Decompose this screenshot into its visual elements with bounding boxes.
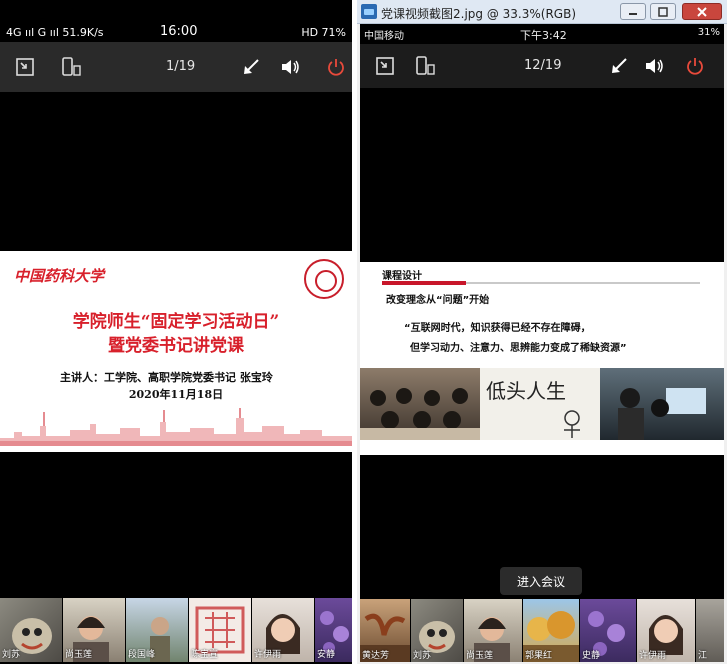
participant-tile[interactable]: 江 bbox=[696, 599, 724, 662]
participant-tile[interactable]: 许伊雨 bbox=[637, 599, 695, 662]
participant-tile[interactable]: 许伊雨 bbox=[252, 598, 314, 662]
participant-strip: 刘苏 尚玉莲 段国峰 陈宝宣 许伊雨 安静 bbox=[0, 598, 352, 662]
status-time: 16:00 bbox=[160, 24, 198, 39]
switch-view-icon[interactable] bbox=[414, 55, 436, 77]
close-button[interactable] bbox=[682, 3, 722, 20]
participant-tile[interactable]: 黄达芳 bbox=[360, 599, 410, 662]
shared-slide: 中国药科大学 学院师生“固定学习活动日” 暨党委书记讲党课 主讲人：工学院、高职… bbox=[0, 251, 352, 452]
participant-tile[interactable]: 郭果红 bbox=[523, 599, 579, 662]
shared-slide: 课程设计 改变理念从“问题”开始 “互联网时代，知识获得已经不存在障碍， 但学习… bbox=[360, 262, 724, 455]
participant-tile[interactable]: 尚玉莲 bbox=[63, 598, 125, 662]
maximize-button[interactable] bbox=[650, 3, 676, 20]
phone-screenshot: 中国移动 下午3:42 31% 12/19 课程设计 改变理念从“问题”开始 “… bbox=[360, 24, 724, 662]
exit-fullscreen-icon[interactable] bbox=[374, 55, 396, 77]
participant-tile[interactable]: 尚玉莲 bbox=[464, 599, 522, 662]
join-meeting-button[interactable]: 进入会议 bbox=[500, 567, 582, 595]
network-status: 4G ııl G ııl 51.9K/s bbox=[6, 26, 104, 39]
slide-speaker: 主讲人：工学院、高职学院党委书记 张宝玲 bbox=[60, 371, 273, 384]
participant-strip: 黄达芳 刘苏 尚玉莲 郭果红 史静 许伊雨 江 bbox=[360, 599, 724, 662]
page-indicator: 12/19 bbox=[524, 58, 562, 73]
image-viewer-window: 党课视频截图2.jpg @ 33.3%(RGB) 中国移动 下午3:42 31%… bbox=[357, 0, 727, 664]
status-time: 下午3:42 bbox=[520, 29, 567, 42]
participant-tile[interactable]: 陈宝宣 bbox=[189, 598, 251, 662]
minimize-button[interactable] bbox=[620, 3, 646, 20]
participant-tile[interactable]: 刘苏 bbox=[411, 599, 463, 662]
status-bar: 4G ııl G ııl 51.9K/s 16:00 HD 71% bbox=[0, 0, 352, 42]
maximize-icon bbox=[658, 6, 668, 17]
university-logo: 中国药科大学 bbox=[14, 267, 105, 285]
carrier-status: 中国移动 bbox=[364, 31, 404, 42]
battery-status: 31% bbox=[697, 27, 720, 38]
slide-heading: 课程设计 bbox=[382, 271, 422, 282]
speaker-icon[interactable] bbox=[280, 56, 302, 78]
meeting-toolbar: 12/19 bbox=[360, 44, 724, 88]
participant-tile[interactable]: 安静 bbox=[315, 598, 352, 662]
window-title: 党课视频截图2.jpg @ 33.3%(RGB) bbox=[381, 7, 577, 21]
participant-tile[interactable]: 刘苏 bbox=[0, 598, 62, 662]
cartoon-photo: 低头人生 bbox=[480, 368, 600, 440]
participant-tile[interactable]: 段国峰 bbox=[126, 598, 188, 662]
switch-view-icon[interactable] bbox=[60, 56, 82, 78]
campus-skyline-illustration bbox=[0, 408, 352, 446]
power-icon[interactable] bbox=[325, 56, 347, 78]
computer-lab-photo bbox=[600, 368, 724, 440]
annotate-arrow-icon[interactable] bbox=[240, 56, 262, 78]
status-bar: 中国移动 下午3:42 31% bbox=[360, 24, 724, 44]
image-caption: 低头人生 bbox=[486, 379, 566, 403]
classroom-photo bbox=[360, 368, 480, 440]
meeting-toolbar: 1/19 bbox=[0, 42, 352, 92]
slide-quote-line2: 但学习动力、注意力、思辨能力变成了稀缺资源” bbox=[410, 343, 627, 354]
minimize-icon bbox=[629, 12, 637, 15]
annotate-arrow-icon[interactable] bbox=[608, 55, 630, 77]
page-indicator: 1/19 bbox=[166, 59, 196, 74]
close-icon bbox=[697, 6, 707, 17]
exit-fullscreen-icon[interactable] bbox=[14, 56, 36, 78]
window-titlebar: 党课视频截图2.jpg @ 33.3%(RGB) bbox=[357, 0, 727, 24]
app-icon bbox=[361, 4, 377, 19]
participant-tile[interactable]: 史静 bbox=[580, 599, 636, 662]
university-seal bbox=[304, 259, 344, 299]
slide-subheading: 改变理念从“问题”开始 bbox=[386, 295, 490, 306]
battery-status: HD 71% bbox=[301, 26, 346, 39]
power-icon[interactable] bbox=[684, 55, 706, 77]
slide-title-line1: 学院师生“固定学习活动日” bbox=[72, 312, 280, 332]
slide-quote-line1: “互联网时代，知识获得已经不存在障碍， bbox=[404, 323, 591, 334]
slide-title-line2: 暨党委书记讲党课 bbox=[108, 336, 244, 356]
left-phone-screen: 4G ııl G ııl 51.9K/s 16:00 HD 71% 1/19 中… bbox=[0, 0, 352, 664]
slide-date: 2020年11月18日 bbox=[128, 388, 224, 401]
heading-accent bbox=[382, 281, 466, 285]
speaker-icon[interactable] bbox=[644, 55, 666, 77]
